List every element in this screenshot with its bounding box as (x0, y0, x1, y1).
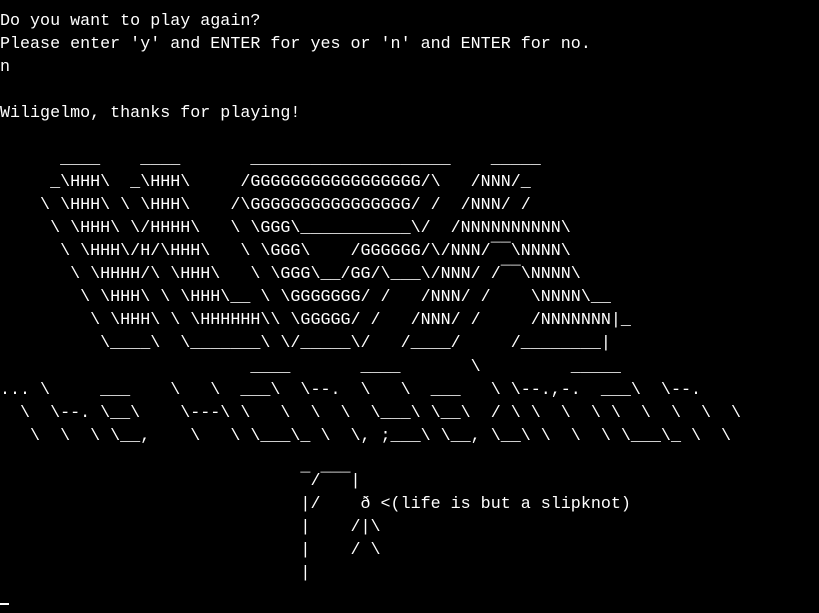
wordmark-art-line: ____ ____ \ _____ (0, 358, 621, 377)
play-again-instructions: Please enter 'y' and ENTER for yes or 'n… (0, 35, 591, 54)
banner-art-line: ____ ____ ____________________ _____ (0, 150, 541, 169)
text-cursor (0, 603, 9, 605)
banner-art-line: \____\ \_______\ \/_____\/ /____/ /_____… (0, 334, 611, 353)
terminal-window[interactable]: Do you want to play again? Please enter … (0, 0, 819, 613)
play-again-question: Do you want to play again? (0, 12, 261, 31)
banner-art-line: \ \HHH\ \ \HHH\__ \ \GGGGGGG/ / /NNN/ / … (0, 288, 611, 307)
banner-art-line: \ \HHH\/H/\HHH\ \ \GGG\ /GGGGGG/\/NNN/¯¯… (0, 242, 571, 261)
user-input-echo: n (0, 58, 11, 77)
gallows-art-line: | / \ (0, 541, 381, 560)
banner-art-line: \ \HHHH/\ \HHH\ \ \GGG\__/GG/\___\/NNN/ … (0, 265, 581, 284)
wordmark-art-line: ... \ ___ \ \ ___\ \--. \ \ ___ \ \--.,-… (0, 381, 701, 400)
wordmark-art-line: \ \--. \__\ \---\ \ \ \ \ \___\ \__\ / \… (0, 404, 742, 423)
gallows-art-line: ¯/¯¯¯| (0, 472, 361, 491)
banner-art-line: _\HHH\ _\HHH\ /GGGGGGGGGGGGGGGGG/\ /NNN/… (0, 173, 531, 192)
gallows-art-line: |/ ð <(life is but a slipknot) (0, 495, 631, 514)
banner-art-line: \ \HHH\ \ \HHH\ /\GGGGGGGGGGGGGGGG/ / /N… (0, 196, 531, 215)
farewell-message: Wiligelmo, thanks for playing! (0, 104, 301, 123)
gallows-art-line: | (0, 564, 311, 583)
banner-art-line: \ \HHH\ \/HHHH\ \ \GGG\___________\/ /NN… (0, 219, 571, 238)
banner-art-line: \ \HHH\ \ \HHHHHH\\ \GGGGG/ / /NNN/ / /N… (0, 311, 631, 330)
wordmark-art-line: \ \ \ \__, \ \ \___\_ \ \, ;___\ \__, \_… (0, 427, 732, 446)
gallows-art-line: | /|\ (0, 518, 381, 537)
